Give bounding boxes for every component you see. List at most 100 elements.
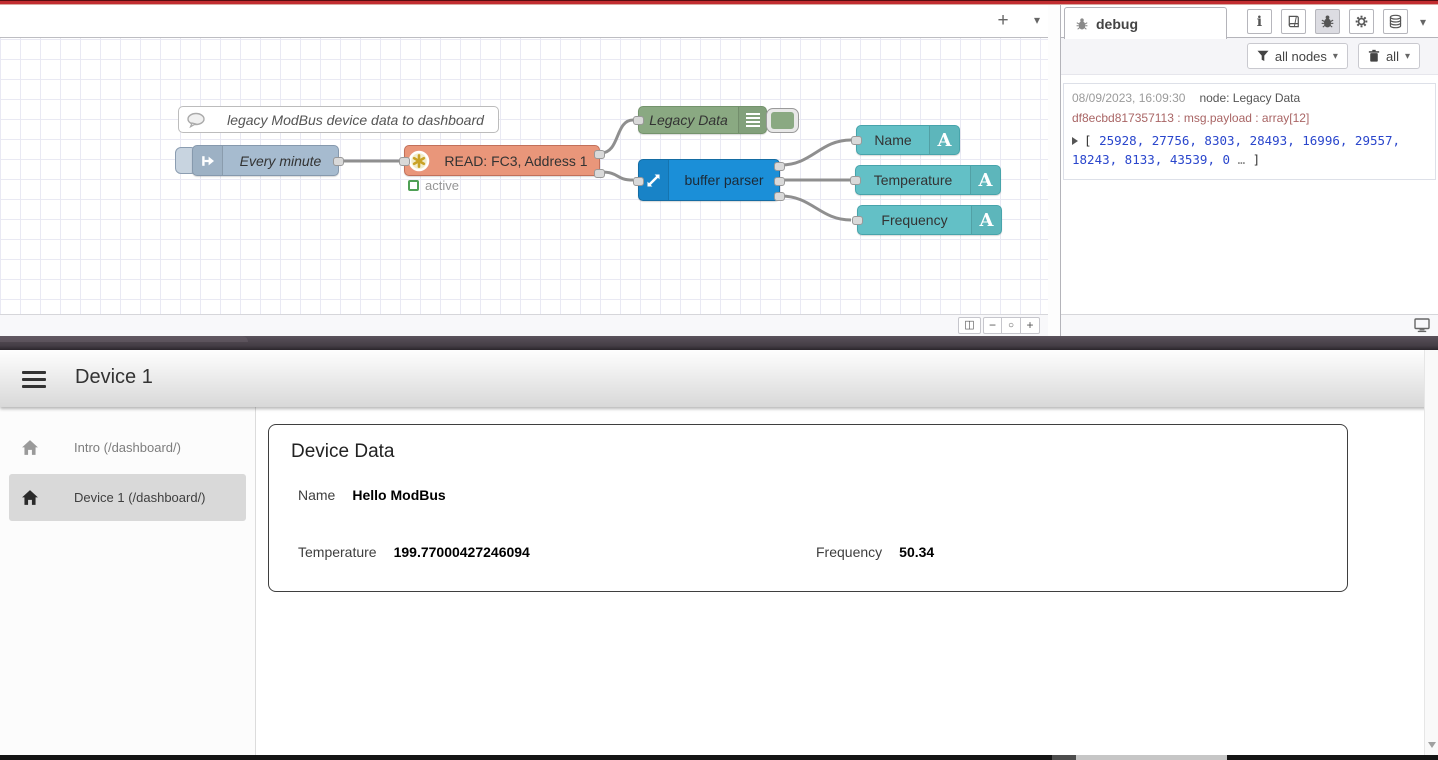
debug-message-list: 08/09/2023, 16:09:30 node: Legacy Data d…	[1061, 75, 1438, 314]
flow-workspace-column: + ▾ legacy ModBus device data	[0, 5, 1048, 336]
caret-down-icon: ▾	[1405, 51, 1410, 62]
output-port-1[interactable]	[594, 150, 605, 159]
navigator-toggle-button[interactable]: ◫	[958, 317, 981, 334]
info-tab-button[interactable]: i	[1247, 9, 1272, 34]
input-port[interactable]	[851, 136, 862, 145]
debug-sidebar: debug i ▾	[1060, 5, 1438, 336]
debug-enable-toggle[interactable]	[766, 108, 799, 133]
caret-down-icon: ▾	[1333, 51, 1338, 62]
buffer-parser-label: buffer parser	[669, 172, 779, 188]
menu-hamburger-icon[interactable]	[22, 371, 46, 392]
bug-icon	[1320, 14, 1335, 29]
message-property-path: df8ecbd817357113 : msg.payload : array[1…	[1072, 111, 1427, 125]
config-tab-button[interactable]	[1349, 9, 1374, 34]
debug-filter-row: all nodes ▾ all ▾	[1061, 38, 1438, 75]
expand-triangle-icon[interactable]	[1072, 137, 1078, 145]
home-icon	[20, 489, 40, 506]
background-window-tab	[0, 336, 248, 342]
message-node-name: node: Legacy Data	[1199, 91, 1300, 105]
zoom-in-button[interactable]: +	[1021, 317, 1040, 334]
scroll-down-arrow-icon[interactable]	[1428, 742, 1436, 748]
debug-toggle-indicator	[771, 112, 794, 129]
modbus-node-status: active	[408, 178, 459, 193]
book-icon	[1286, 14, 1301, 29]
flow-list-caret-button[interactable]: ▾	[1034, 13, 1040, 27]
funnel-icon	[1257, 50, 1269, 62]
sidebar-item-label: Device 1 (/dashboard/)	[74, 490, 206, 505]
ui-text-label: Name	[857, 132, 929, 148]
input-port[interactable]	[852, 216, 863, 225]
output-port-2[interactable]	[594, 169, 605, 178]
input-port[interactable]	[633, 116, 644, 125]
card-title: Device Data	[291, 441, 395, 463]
message-timestamp: 08/09/2023, 16:09:30	[1072, 91, 1185, 105]
output-port[interactable]	[333, 157, 344, 166]
output-port-3[interactable]	[774, 192, 785, 201]
temperature-label: Temperature	[298, 544, 377, 560]
flow-tabbar: + ▾	[0, 5, 1048, 38]
ui-text-label: Temperature	[856, 172, 970, 188]
status-dot-icon	[408, 180, 419, 191]
context-data-tab-button[interactable]	[1383, 9, 1408, 34]
trash-icon	[1368, 49, 1380, 63]
output-port-1[interactable]	[774, 162, 785, 171]
sidebar-item-device-1[interactable]: Device 1 (/dashboard/)	[9, 474, 246, 521]
sidebar-menu-caret[interactable]: ▾	[1420, 15, 1426, 29]
dashboard-body: Intro (/dashboard/) Device 1 (/dashboard…	[0, 407, 1438, 755]
sidebar-resize-handle[interactable]	[1048, 5, 1060, 336]
zoom-controls: − ○ +	[983, 317, 1040, 334]
vertical-scrollbar[interactable]	[1424, 350, 1438, 755]
modbus-read-node[interactable]: READ: FC3, Address 1	[404, 145, 600, 176]
zoom-out-button[interactable]: −	[983, 317, 1002, 334]
flow-canvas[interactable]: legacy ModBus device data to dashboard E…	[0, 38, 1048, 314]
comment-node[interactable]: legacy ModBus device data to dashboard	[178, 106, 499, 133]
debug-tab-button[interactable]	[1315, 9, 1340, 34]
temperature-value: 199.77000427246094	[394, 544, 530, 560]
filter-nodes-button[interactable]: all nodes ▾	[1247, 43, 1348, 69]
input-port[interactable]	[850, 176, 861, 185]
add-flow-button[interactable]: +	[992, 9, 1014, 33]
inject-node[interactable]: Every minute	[192, 145, 339, 176]
debug-message[interactable]: 08/09/2023, 16:09:30 node: Legacy Data d…	[1063, 83, 1436, 180]
name-label: Name	[298, 487, 335, 503]
ui-text-label: Frequency	[858, 212, 971, 228]
bottom-edge-bar	[0, 755, 1438, 760]
measurement-row: Temperature 199.77000427246094 Frequency…	[269, 544, 1347, 560]
message-payload[interactable]: [ 25928, 27756, 8303, 28493, 16996, 2955…	[1072, 131, 1427, 170]
output-port-2[interactable]	[774, 177, 785, 186]
clear-messages-label: all	[1386, 49, 1399, 64]
input-port[interactable]	[633, 177, 644, 186]
payload-ellipsis: …	[1238, 152, 1246, 167]
text-a-icon: A	[929, 126, 959, 154]
canvas-footer: ◫ − ○ +	[0, 314, 1048, 336]
gear-icon	[1354, 14, 1369, 29]
ui-text-node-name[interactable]: Name A	[856, 125, 960, 155]
frequency-field: Frequency 50.34	[809, 544, 934, 560]
debug-node-legacy-data[interactable]: Legacy Data	[638, 106, 767, 134]
monitor-icon	[1414, 318, 1430, 333]
window-divider-bar	[0, 336, 1438, 350]
debug-console-icon	[738, 107, 766, 133]
node-red-editor: + ▾ legacy ModBus device data	[0, 5, 1438, 336]
frequency-label: Frequency	[816, 544, 882, 560]
ui-text-node-frequency[interactable]: Frequency A	[857, 205, 1002, 235]
modbus-node-label: READ: FC3, Address 1	[433, 153, 599, 169]
comment-node-label: legacy ModBus device data to dashboard	[213, 112, 498, 128]
buffer-parser-node[interactable]: buffer parser	[638, 159, 780, 201]
sidebar-toolbar: i ▾	[1247, 9, 1426, 34]
open-in-window-button[interactable]	[1414, 318, 1430, 338]
help-tab-button[interactable]	[1281, 9, 1306, 34]
tab-debug[interactable]: debug	[1064, 7, 1227, 39]
zoom-reset-button[interactable]: ○	[1002, 317, 1021, 334]
dashboard-header: Device 1	[0, 350, 1438, 407]
database-icon	[1388, 14, 1403, 29]
clear-messages-button[interactable]: all ▾	[1358, 43, 1420, 69]
frequency-value: 50.34	[899, 544, 934, 560]
input-port[interactable]	[399, 157, 410, 166]
payload-numbers: 25928, 27756, 8303, 28493, 16996, 29557,…	[1072, 133, 1400, 167]
inject-arrow-icon	[193, 146, 223, 175]
sidebar-item-intro[interactable]: Intro (/dashboard/)	[9, 424, 246, 471]
inject-node-label: Every minute	[223, 153, 338, 169]
ui-text-node-temperature[interactable]: Temperature A	[855, 165, 1001, 195]
dashboard-window: Device 1 Intro (/dashboard/) Device 1 (/…	[0, 350, 1438, 755]
